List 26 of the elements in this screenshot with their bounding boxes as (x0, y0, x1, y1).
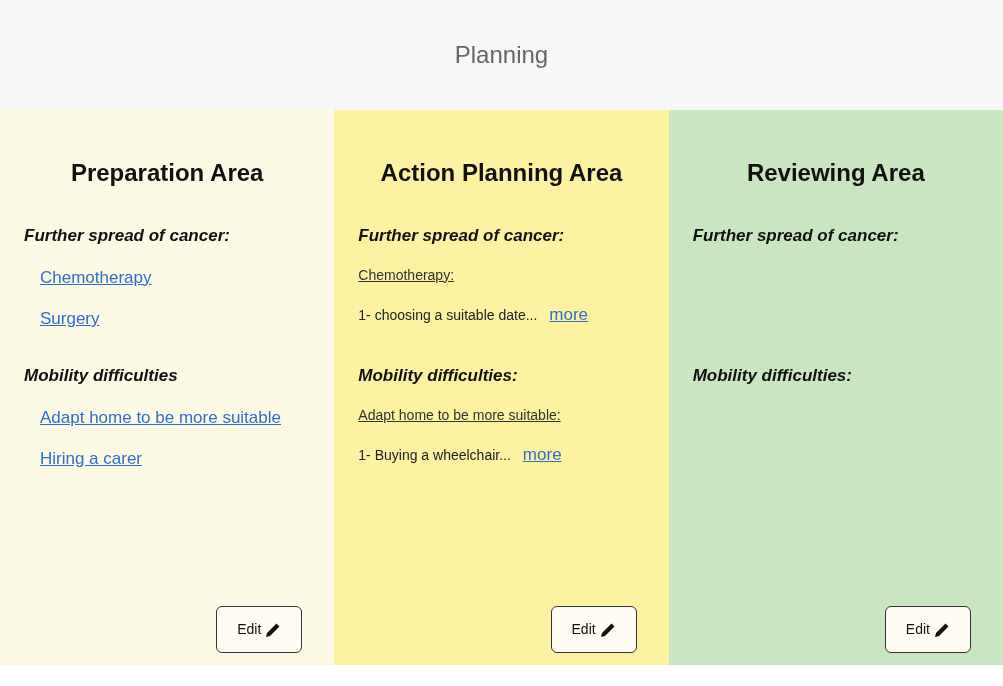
item-label: Adapt home to be more suitable: (358, 405, 561, 425)
page-title: Planning (454, 40, 549, 70)
edit-button[interactable]: Edit (884, 606, 971, 653)
edit-button[interactable]: Edit (216, 606, 303, 653)
link[interactable]: Hiring a carer (40, 446, 143, 472)
area-title: Reviewing Area (745, 158, 926, 188)
section-heading: Further spread of cancer: (692, 225, 899, 247)
item-note: 1- choosing a suitable date... (358, 305, 538, 325)
section-heading: Mobility difficulties: (692, 365, 852, 387)
more-link[interactable]: more (549, 301, 589, 327)
edit-button[interactable]: Edit (550, 606, 637, 653)
section-heading: Further spread of cancer: (358, 225, 565, 247)
link[interactable]: Chemotherapy (40, 264, 152, 290)
area-title: Action Planning Area (379, 158, 624, 188)
section-heading: Further spread of cancer: (24, 225, 230, 247)
link[interactable]: Surgery (40, 306, 100, 332)
pencil-icon (265, 621, 282, 638)
item-label: Chemotherapy: (358, 265, 455, 285)
section-heading: Mobility difficulties (24, 365, 178, 387)
item-note: 1- Buying a wheelchair... (358, 445, 511, 465)
pencil-icon (599, 621, 616, 638)
more-link[interactable]: more (522, 441, 562, 467)
link[interactable]: Adapt home to be more suitable (40, 404, 281, 430)
pencil-icon (934, 621, 950, 638)
section-heading: Mobility difficulties: (358, 365, 518, 387)
area-title: Preparation Area (69, 158, 265, 188)
